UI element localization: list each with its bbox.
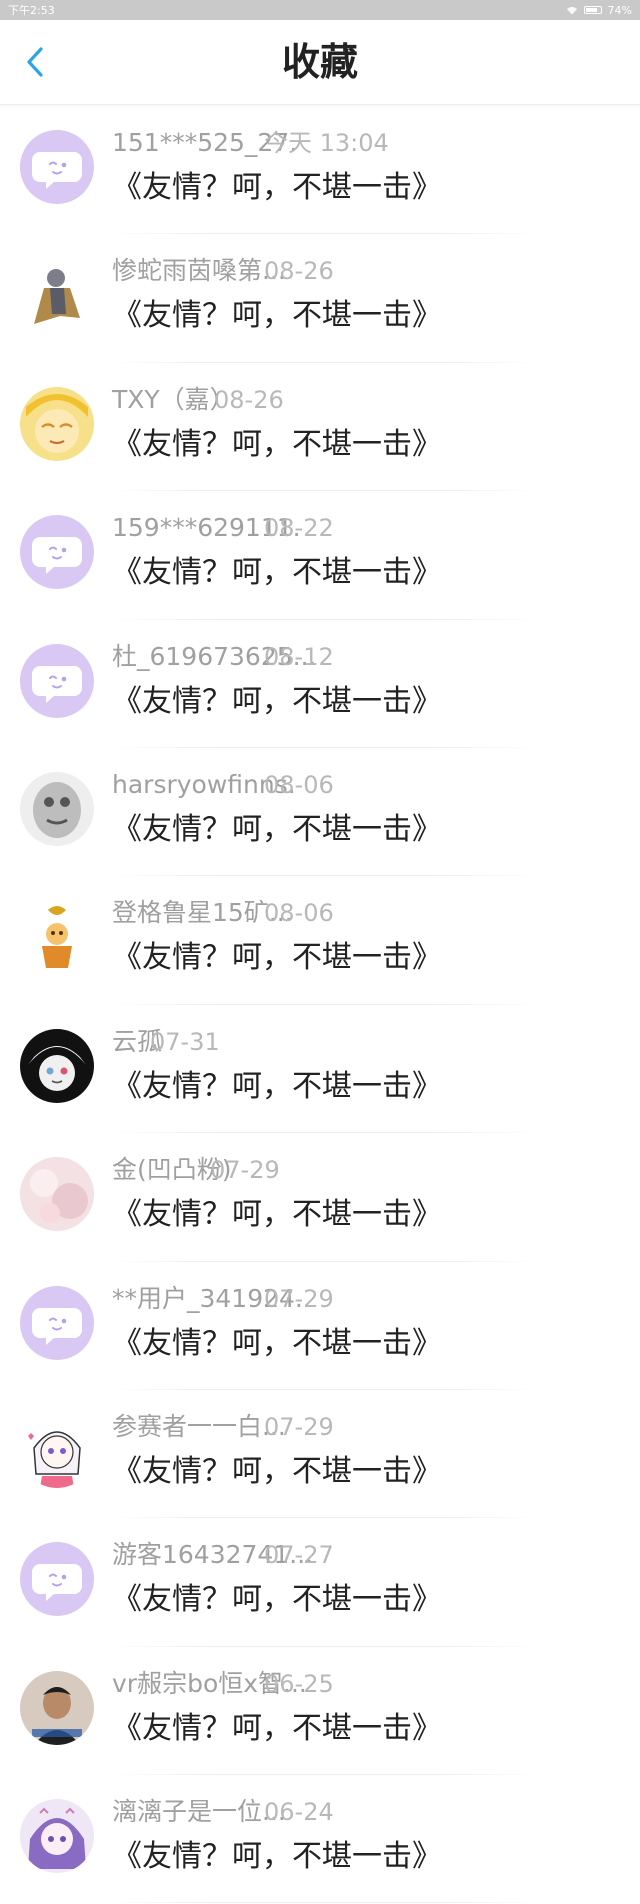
list-item[interactable]: TXY（嘉） 08-26 《友情？呵，不堪一击》 bbox=[0, 363, 640, 492]
battery-level: 74% bbox=[607, 3, 632, 17]
divider bbox=[110, 1902, 540, 1904]
user-name: 惨蛇雨茵嗓第... bbox=[112, 256, 286, 286]
avatar[interactable] bbox=[20, 258, 94, 333]
timestamp: 07-27 bbox=[264, 1541, 334, 1570]
list-item[interactable]: 游客16432741... 07-27 《友情？呵，不堪一击》 bbox=[0, 1518, 640, 1647]
timestamp: 07-29 bbox=[264, 1284, 334, 1313]
avatar[interactable] bbox=[20, 1799, 94, 1874]
list-item[interactable]: 杜_619673625... 08-12 《友情？呵，不堪一击》 bbox=[0, 620, 640, 748]
timestamp: 07-31 bbox=[150, 1027, 220, 1056]
status-time: 下午2:53 bbox=[8, 4, 55, 17]
default-avatar-icon[interactable] bbox=[20, 1542, 94, 1617]
favorite-content: 《友情？呵，不堪一击》 bbox=[112, 298, 442, 334]
list-item[interactable]: harsryowfinns. 08-06 《友情？呵，不堪一击》 bbox=[0, 748, 640, 877]
default-avatar-icon[interactable] bbox=[20, 515, 94, 590]
favorite-content: 《友情？呵，不堪一击》 bbox=[112, 555, 442, 591]
timestamp: 08-22 bbox=[264, 514, 334, 543]
timestamp: 07-29 bbox=[264, 1412, 334, 1441]
favorite-content: 《友情？呵，不堪一击》 bbox=[112, 1710, 442, 1746]
default-avatar-icon[interactable] bbox=[20, 130, 94, 204]
avatar[interactable] bbox=[20, 900, 94, 975]
avatar[interactable] bbox=[20, 1413, 94, 1488]
timestamp: 06-25 bbox=[264, 1669, 334, 1698]
list-item[interactable]: 参赛者一一白... 07-29 《友情？呵，不堪一击》 bbox=[0, 1390, 640, 1519]
user-name: 参赛者一一白... bbox=[112, 1411, 286, 1441]
page-title: 收藏 bbox=[281, 40, 358, 84]
avatar[interactable] bbox=[20, 771, 94, 846]
list-item[interactable]: 云孤 07-31 《友情？呵，不堪一击》 bbox=[0, 1005, 640, 1134]
timestamp: 08-26 bbox=[214, 385, 284, 414]
header-bar: 收藏 bbox=[0, 20, 640, 105]
favorite-content: 《友情？呵，不堪一击》 bbox=[112, 1197, 442, 1233]
avatar[interactable] bbox=[20, 1028, 94, 1103]
list-item[interactable]: vr赧宗bo恒x智... 06-25 《友情？呵，不堪一击》 bbox=[0, 1647, 640, 1776]
default-avatar-icon[interactable] bbox=[20, 1285, 94, 1360]
favorite-content: 《友情？呵，不堪一击》 bbox=[112, 170, 442, 205]
list-item[interactable]: 漓漓子是一位... 06-24 《友情？呵，不堪一击》 bbox=[0, 1775, 640, 1904]
timestamp: 08-26 bbox=[264, 257, 334, 286]
list-item[interactable]: 惨蛇雨茵嗓第... 08-26 《友情？呵，不堪一击》 bbox=[0, 234, 640, 363]
favorite-content: 《友情？呵，不堪一击》 bbox=[112, 1839, 442, 1875]
favorite-content: 《友情？呵，不堪一击》 bbox=[112, 1325, 442, 1361]
favorite-content: 《友情？呵，不堪一击》 bbox=[112, 940, 442, 976]
default-avatar-icon[interactable] bbox=[20, 643, 94, 718]
status-bar: 下午2:53 74% bbox=[0, 0, 640, 20]
favorite-content: 《友情？呵，不堪一击》 bbox=[112, 426, 442, 462]
favorites-list: 151***525_27. 今天 13:04 《友情？呵，不堪一击》 惨蛇雨茵嗓第..… bbox=[0, 106, 640, 1904]
avatar[interactable] bbox=[20, 386, 94, 461]
battery-icon bbox=[583, 6, 602, 14]
timestamp: 08-06 bbox=[264, 770, 334, 799]
list-item[interactable]: **用户_341924.. 07-29 《友情？呵，不堪一击》 bbox=[0, 1262, 640, 1390]
timestamp: 06-24 bbox=[264, 1798, 334, 1827]
list-item[interactable]: 159***629111. 08-22 《友情？呵，不堪一击》 bbox=[0, 491, 640, 620]
timestamp: 08-12 bbox=[264, 642, 334, 671]
user-name: 漓漓子是一位... bbox=[112, 1797, 286, 1827]
avatar[interactable] bbox=[20, 1670, 94, 1745]
favorite-content: 《友情？呵，不堪一击》 bbox=[112, 683, 442, 719]
list-item[interactable]: 151***525_27. 今天 13:04 《友情？呵，不堪一击》 bbox=[0, 106, 640, 235]
timestamp: 今天 13:04 bbox=[264, 129, 389, 157]
list-item[interactable]: 金(凹凸粉) 07-29 《友情？呵，不堪一击》 bbox=[0, 1133, 640, 1262]
favorite-content: 《友情？呵，不堪一击》 bbox=[112, 1068, 442, 1104]
favorite-content: 《友情？呵，不堪一击》 bbox=[112, 811, 442, 847]
timestamp: 08-06 bbox=[264, 899, 334, 928]
status-icons: 74% bbox=[566, 4, 632, 17]
wifi-icon bbox=[566, 6, 577, 14]
favorite-content: 《友情？呵，不堪一击》 bbox=[112, 1453, 442, 1489]
avatar[interactable] bbox=[20, 1157, 94, 1232]
timestamp: 07-29 bbox=[210, 1156, 280, 1185]
list-item[interactable]: 登格鲁星15矿... 08-06 《友情？呵，不堪一击》 bbox=[0, 876, 640, 1005]
favorite-content: 《友情？呵，不堪一击》 bbox=[112, 1582, 442, 1618]
